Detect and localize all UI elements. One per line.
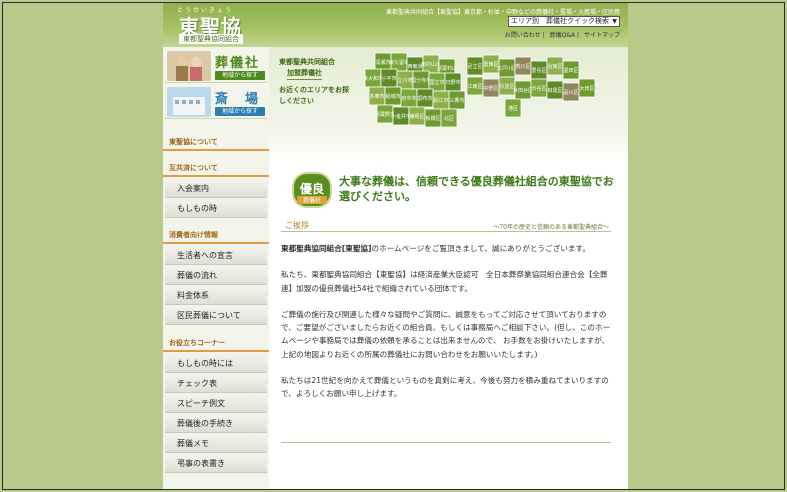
area-select-value: エリア別 葬儀社クイック検索 xyxy=(511,17,609,25)
map-region-label: 日野市 xyxy=(445,79,460,86)
sidebar-item-funeral-flow[interactable]: 葬儀の流れ xyxy=(165,266,267,285)
greeting-header: ご挨拶 〜70年の歴史と信頼のある東都聖典組合〜 xyxy=(281,220,611,232)
promo-subtitle: 地域から探す xyxy=(215,71,265,80)
section-consumer-info: 消費者向け情報 xyxy=(163,226,269,244)
map-region-label: 品川区 xyxy=(563,90,578,96)
couple-photo xyxy=(167,51,211,81)
paragraph-2: 私たち、東都聖典協同組合【東聖協】は経済産業大臣認可 全日本葬祭業協同組合連合会… xyxy=(281,270,608,293)
map-region-label: 豊島区 xyxy=(531,67,546,74)
header-tagline: 東都聖典共同組合【東聖協】東京都・杉並・中野などの葬儀社・霊場・火葬場・区民葬 xyxy=(385,9,620,16)
map-region-label: 墨田区 xyxy=(563,68,578,74)
tokyo-area-map[interactable]: 清瀬市東久留米西東京東村山市武蔵村山東大和市小平市 立川市国分寺市国立市 日野市多摩… xyxy=(355,47,623,163)
chevron-down-icon: ▼ xyxy=(612,18,617,25)
map-label-union: 東都聖典共同組合 xyxy=(279,58,335,66)
map-region-label: 東久留米 xyxy=(389,59,409,66)
utility-links: お問い合わせ | 葬儀Q&A | サイトマップ xyxy=(504,32,620,39)
link-faq[interactable]: 葬儀Q&A xyxy=(550,32,576,39)
greeting-subtitle: 〜70年の歴史と信頼のある東都聖典組合〜 xyxy=(493,224,609,231)
excellent-funeral-badge: 優良 葬儀社 xyxy=(292,172,332,208)
logo-subtitle: 東都聖典協同組合 xyxy=(179,34,243,44)
sidebar-item-declaration[interactable]: 生活者への宣言 xyxy=(165,246,267,265)
map-region-label: 板橋区 xyxy=(425,115,440,122)
map-region-label: 三鷹市 xyxy=(449,97,464,104)
map-region-label: 渋谷区 xyxy=(531,85,546,92)
tokyo-map-area: 東都聖典共同組合 加盟葬儀社 お近くのエリアをお探しください 清瀬市 東久留米 西東… xyxy=(269,47,628,163)
map-region-label: 練馬区 xyxy=(409,113,424,120)
section-more xyxy=(163,477,269,489)
area-quick-search-select[interactable]: エリア別 葬儀社クイック検索 ▼ xyxy=(508,16,620,27)
sidebar-item-funeral-memo[interactable]: 葬儀メモ xyxy=(165,434,267,453)
map-region-label: 江東区 xyxy=(467,83,482,90)
promo-subtitle: 地域から探す xyxy=(215,107,265,116)
section-mutual-aid: 互共済について xyxy=(163,159,269,177)
promo-funeral-hall[interactable]: 斎 場 地域から探す xyxy=(165,85,267,119)
map-region-label: 中野区 xyxy=(483,85,498,92)
map-region-label: 武蔵村山 xyxy=(437,65,457,72)
union-name: 東都聖典協同組合[東聖協] xyxy=(281,244,372,253)
badge-main-text: 優良 xyxy=(299,181,324,196)
sidebar-item-checklist[interactable]: チェック表 xyxy=(165,374,267,393)
greeting-title: ご挨拶 xyxy=(285,221,309,230)
site-header: とうせいきょう 東聖協 東都聖典協同組合 東都聖典共同組合【東聖協】東京都・杉並… xyxy=(163,3,628,47)
map-region-label: 目黒区 xyxy=(547,88,562,94)
map-region-label: 北区 xyxy=(444,115,454,122)
sidebar-item-procedures[interactable]: 葬儀後の手続き xyxy=(165,414,267,433)
map-region-label: 小金井市 xyxy=(391,113,411,120)
sidebar-item-speech-examples[interactable]: スピーチ例文 xyxy=(165,394,267,413)
hall-photo xyxy=(167,87,211,117)
map-label-members: 加盟葬儀社 xyxy=(287,68,322,80)
map-region-label: 調布市 xyxy=(417,95,432,102)
section-divider xyxy=(281,442,611,443)
paragraph-1: 東都聖典協同組合[東聖協]のホームページをご覧頂きまして、誠にありがとうございま… xyxy=(281,242,614,255)
map-region-label: 国立市 xyxy=(429,79,444,86)
map-region-label: 台東区 xyxy=(547,63,562,70)
map-region-label: 小平市 xyxy=(381,75,396,82)
greeting-body: 東都聖典協同組合[東聖協]のホームページをご覧頂きまして、誠にありがとうございま… xyxy=(281,242,614,414)
map-region-label: 稲城市 xyxy=(385,93,400,100)
sidebar-item-membership[interactable]: 入会案内 xyxy=(165,179,267,198)
sidebar-item-pricing[interactable]: 料金体系 xyxy=(165,286,267,305)
section-useful-corner: お役立ちコーナー xyxy=(163,334,269,352)
link-contact[interactable]: お問い合わせ xyxy=(505,32,541,39)
map-region-label: 足立区 xyxy=(467,63,482,70)
browser-viewport: とうせいきょう 東聖協 東都聖典協同組合 東都聖典共同組合【東聖協】東京都・杉並… xyxy=(2,2,785,490)
map-region-label: 多摩市 xyxy=(369,93,384,100)
map-region-label: 国分寺市 xyxy=(411,77,431,84)
sidebar-item-when-needed[interactable]: もしもの時には xyxy=(165,354,267,373)
map-region-label: 港区 xyxy=(508,105,518,112)
map-region-label: 荒川区 xyxy=(515,63,530,70)
map-region-label: 大田区 xyxy=(579,85,594,92)
left-sidebar: 葬儀社 地域から探す 斎 場 地域から探す 東聖協について 互共済について 入会… xyxy=(163,47,269,489)
badge-sub-text: 葬儀社 xyxy=(303,197,321,205)
paragraph-4: 私たちは21世紀を向かえて葬儀というものを真剣に考え、今後も努力を積み重ねてまい… xyxy=(281,375,609,399)
paragraph-1-rest: のホームページをご覧頂きまして、誠にありがとうございます。 xyxy=(371,244,590,253)
map-guide-text: お近くのエリアをお探しください xyxy=(279,86,349,105)
promo-title: 斎 場 xyxy=(215,92,261,107)
map-region-label: 東大和市 xyxy=(363,75,383,82)
map-region-label: 世田谷区 xyxy=(513,87,533,94)
link-sitemap[interactable]: サイトマップ xyxy=(584,32,620,39)
main-content: 東都聖典共同組合 加盟葬儀社 お近くのエリアをお探しください 清瀬市 東久留米 西東… xyxy=(269,47,628,489)
sidebar-item-emergency[interactable]: もしもの時 xyxy=(165,199,267,218)
sidebar-item-ward-funeral[interactable]: 区民葬儀について xyxy=(165,306,267,325)
promo-title: 葬儀社 xyxy=(215,56,261,71)
page: とうせいきょう 東聖協 東都聖典協同組合 東都聖典共同組合【東聖協】東京都・杉並… xyxy=(163,3,628,489)
main-headline: 大事な葬儀は、信頼できる優良葬儀社組合の東聖協でお選びください。 xyxy=(339,175,614,203)
map-region-label: 江戸川区 xyxy=(497,65,517,72)
sidebar-item-envelope-writing[interactable]: 弔事の表書き xyxy=(165,454,267,473)
section-about[interactable]: 東聖協について xyxy=(163,133,269,151)
map-region-label: 府中市 xyxy=(401,95,416,102)
map-region-label: 狛江市 xyxy=(433,97,448,104)
paragraph-3: ご葬儀の施行及び関連した様々な疑問やご質問に、誠意をもってご対応させて頂いており… xyxy=(281,309,611,359)
promo-funeral-home[interactable]: 葬儀社 地域から探す xyxy=(165,49,267,83)
